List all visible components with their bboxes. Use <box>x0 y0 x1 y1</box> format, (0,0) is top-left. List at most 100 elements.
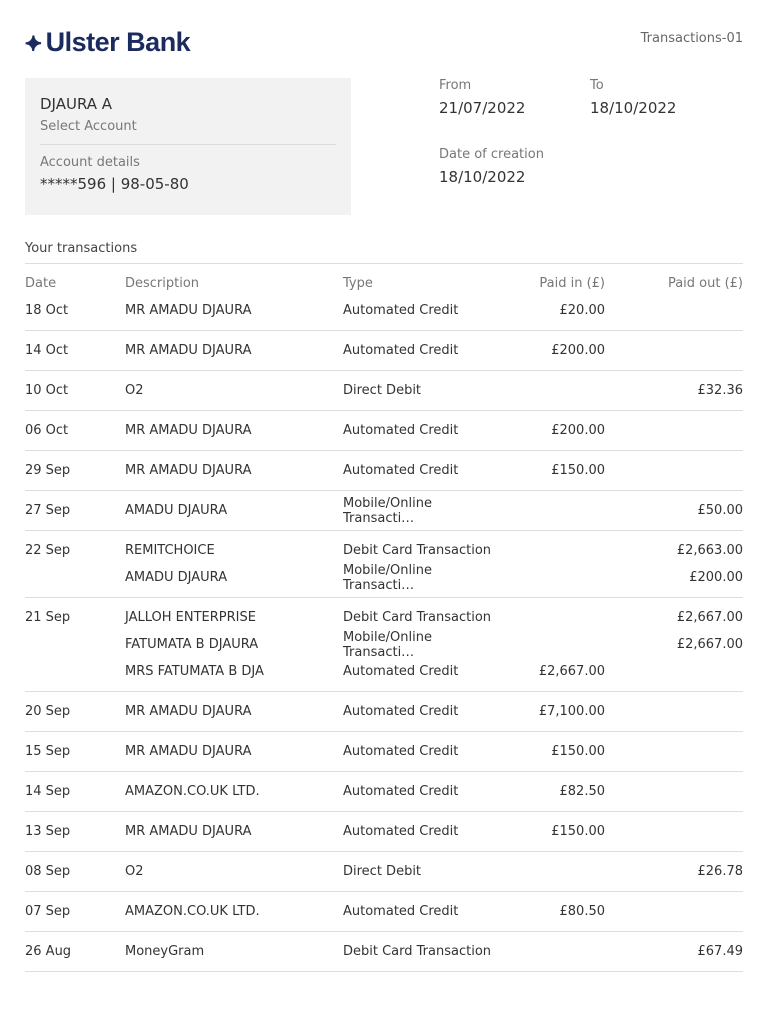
transaction-type: Automated Credit <box>343 423 459 438</box>
transaction-paid-in: £150.00 <box>551 463 605 478</box>
transaction-paid-in: £82.50 <box>559 784 606 799</box>
transaction-paid-in: £2,667.00 <box>538 664 605 679</box>
transaction-type: Mobile/Online Transacti… <box>343 562 432 593</box>
transaction-type: Automated Credit <box>343 664 459 679</box>
document-id: Transactions-01 <box>640 31 743 46</box>
table-row: AMADU DJAURA Mobile/Online Transacti… £200… <box>25 562 743 593</box>
transaction-description: REMITCHOICE <box>125 543 215 558</box>
transaction-date: 14 Oct <box>25 343 69 358</box>
transaction-date: 18 Oct <box>25 303 69 318</box>
account-number: *****596 | 98-05-80 <box>40 175 189 193</box>
transaction-group: 29 Sep MR AMADU DJAURA Automated Credit £15… <box>25 451 743 491</box>
transaction-type: Direct Debit <box>343 383 422 398</box>
account-panel: DJAURA A Select Account Account details … <box>25 78 351 215</box>
transaction-description: O2 <box>125 864 144 879</box>
transaction-paid-out: £26.78 <box>697 864 744 879</box>
to-label: To <box>590 78 604 93</box>
transaction-date: 20 Sep <box>25 704 71 719</box>
transaction-date: 15 Sep <box>25 744 71 759</box>
table-row: 18 Oct MR AMADU DJAURA Automated Credit £20… <box>25 297 743 324</box>
transaction-date: 26 Aug <box>25 944 72 959</box>
table-row: 10 Oct O2 Direct Debit £32.36 <box>25 377 743 404</box>
table-row: 22 Sep REMITCHOICE Debit Card Transaction £… <box>25 537 743 564</box>
transaction-type: Direct Debit <box>343 864 422 879</box>
table-header: Date Description Type Paid in (£) Paid out (… <box>25 270 743 297</box>
table-row: 27 Sep AMADU DJAURA Mobile/Online Transact… <box>25 495 743 526</box>
transaction-date: 22 Sep <box>25 543 71 558</box>
transaction-group: 14 Oct MR AMADU DJAURA Automated Credit £20… <box>25 331 743 371</box>
transaction-date: 08 Sep <box>25 864 71 879</box>
transaction-paid-out: £2,667.00 <box>676 637 743 652</box>
transaction-type: Debit Card Transaction <box>343 610 492 625</box>
transaction-description: MR AMADU DJAURA <box>125 704 252 719</box>
transaction-paid-out: £67.49 <box>697 944 744 959</box>
table-row: 08 Sep O2 Direct Debit £26.78 <box>25 858 743 885</box>
transaction-group: 26 Aug MoneyGram Debit Card Transaction £67… <box>25 932 743 972</box>
transaction-description: AMAZON.CO.UK LTD. <box>125 904 260 919</box>
column-header-paid-in: Paid in (£) <box>539 276 605 291</box>
transaction-date: 21 Sep <box>25 610 71 625</box>
table-row: 20 Sep MR AMADU DJAURA Automated Credit £7,… <box>25 698 743 725</box>
transaction-description: AMADU DJAURA <box>125 503 228 518</box>
column-header-type: Type <box>343 276 373 291</box>
transaction-group: 22 Sep REMITCHOICE Debit Card Transaction £… <box>25 531 743 598</box>
transactions-title: Your transactions <box>25 241 138 256</box>
transaction-description: MoneyGram <box>125 944 205 959</box>
transaction-description: JALLOH ENTERPRISE <box>125 610 256 625</box>
table-row: 29 Sep MR AMADU DJAURA Automated Credit £15… <box>25 457 743 484</box>
account-holder-name: DJAURA A <box>40 95 113 113</box>
table-row: 14 Oct MR AMADU DJAURA Automated Credit £20… <box>25 337 743 364</box>
transaction-description: AMADU DJAURA <box>125 570 228 585</box>
transaction-type: Debit Card Transaction <box>343 543 492 558</box>
transaction-date: 29 Sep <box>25 463 71 478</box>
transaction-description: MR AMADU DJAURA <box>125 744 252 759</box>
column-header-date: Date <box>25 276 57 291</box>
transaction-description: AMAZON.CO.UK LTD. <box>125 784 260 799</box>
creation-date: Date of creation 18/10/2022 <box>439 147 544 186</box>
from-date: From 21/07/2022 <box>439 78 525 117</box>
transaction-date: 06 Oct <box>25 423 69 438</box>
transaction-paid-out: £200.00 <box>689 570 743 585</box>
transaction-date: 10 Oct <box>25 383 69 398</box>
transactions-table: Date Description Type Paid in (£) Paid out (… <box>25 263 743 972</box>
transaction-paid-out: £2,667.00 <box>676 610 743 625</box>
transaction-type: Automated Credit <box>343 463 459 478</box>
transaction-description: FATUMATA B DJAURA <box>125 637 259 652</box>
table-row: FATUMATA B DJAURA Mobile/Online Transacti… <box>25 630 743 660</box>
transaction-group: 13 Sep MR AMADU DJAURA Automated Credit £15… <box>25 812 743 852</box>
to-date: To 18/10/2022 <box>590 78 676 117</box>
transaction-paid-in: £7,100.00 <box>538 704 605 719</box>
transaction-type: Automated Credit <box>343 744 459 759</box>
transaction-type: Automated Credit <box>343 824 459 839</box>
column-header-description: Description <box>125 276 200 291</box>
transaction-type: Debit Card Transaction <box>343 944 492 959</box>
transaction-group: 06 Oct MR AMADU DJAURA Automated Credit £20… <box>25 411 743 451</box>
transaction-date: 07 Sep <box>25 904 71 919</box>
transaction-description: MRS FATUMATA B DJA <box>125 664 264 679</box>
transaction-paid-in: £200.00 <box>551 343 605 358</box>
column-header-paid-out: Paid out (£) <box>667 276 743 291</box>
account-details-label: Account details <box>40 155 140 170</box>
bank-logo-icon: ⯌ <box>25 29 42 55</box>
ulster-bank-logo: ⯌ Ulster Bank <box>25 27 191 58</box>
divider <box>40 144 336 145</box>
transaction-type: Automated Credit <box>343 303 459 318</box>
transaction-type: Mobile/Online Transacti… <box>343 495 432 526</box>
transaction-group: 21 Sep JALLOH ENTERPRISE Debit Card Transa… <box>25 598 743 692</box>
transaction-paid-in: £150.00 <box>551 824 605 839</box>
transaction-paid-in: £80.50 <box>559 904 606 919</box>
table-row: 06 Oct MR AMADU DJAURA Automated Credit £20… <box>25 417 743 444</box>
table-row: 14 Sep AMAZON.CO.UK LTD. Automated Credit £… <box>25 778 743 805</box>
transaction-description: MR AMADU DJAURA <box>125 303 252 318</box>
select-account-link[interactable]: Select Account <box>40 119 336 134</box>
bank-name: Ulster Bank <box>45 27 191 57</box>
transaction-group: Date Description Type Paid in (£) Paid out (… <box>25 270 743 331</box>
transaction-group: 14 Sep AMAZON.CO.UK LTD. Automated Credit £… <box>25 772 743 812</box>
transaction-description: MR AMADU DJAURA <box>125 824 252 839</box>
transaction-date: 27 Sep <box>25 503 71 518</box>
transaction-type: Automated Credit <box>343 784 459 799</box>
transaction-description: MR AMADU DJAURA <box>125 463 252 478</box>
transaction-group: 07 Sep AMAZON.CO.UK LTD. Automated Credit £… <box>25 892 743 932</box>
table-row: 13 Sep MR AMADU DJAURA Automated Credit £15… <box>25 818 743 845</box>
created-value: 18/10/2022 <box>439 168 526 186</box>
